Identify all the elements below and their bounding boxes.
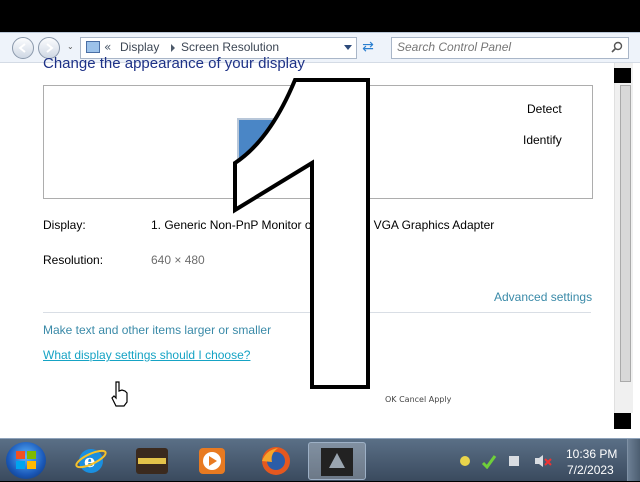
detect-button[interactable]: Detect [527,102,562,116]
scrollbar-thumb[interactable] [620,85,631,382]
firefox-taskbar-button[interactable] [252,442,300,478]
scroll-up-button[interactable] [614,68,631,83]
internet-explorer-icon: e [75,449,107,473]
display-label: Display: [43,218,86,232]
search-input[interactable]: Search Control Panel [397,40,511,54]
app-taskbar-button[interactable] [128,442,176,478]
hand-cursor-icon [111,381,128,407]
start-button[interactable] [6,442,46,479]
clock-time[interactable]: 10:36 PM [566,447,617,461]
mute-x-icon [544,458,552,466]
action-center-icon[interactable] [481,455,497,469]
firefox-icon [262,447,290,475]
refresh-icon[interactable]: ⇄ [360,39,376,55]
internet-explorer-taskbar-button[interactable]: e [67,442,115,478]
dialog-buttons[interactable]: OK Cancel Apply [385,395,451,404]
back-button[interactable] [12,37,34,59]
tray-notification-icon[interactable] [460,456,470,466]
media-player-taskbar-button[interactable] [187,442,235,478]
resolution-select[interactable]: 640 × 480 [151,253,205,267]
advanced-settings-link[interactable]: Advanced settings [494,290,592,304]
top-black-bar [0,0,640,32]
large-number-one-overlay: 1 [233,78,370,389]
network-icon[interactable] [509,456,519,466]
display-settings-help-link[interactable]: What display settings should I choose? [43,348,250,362]
show-desktop-button[interactable] [627,439,640,481]
control-panel-icon [86,41,100,53]
search-icon[interactable] [611,41,623,53]
active-app-icon [321,448,353,476]
windows-logo-icon [16,451,36,469]
forward-arrow-icon [46,43,54,53]
back-arrow-icon [18,43,26,53]
search-box[interactable]: Search Control Panel [391,37,629,59]
active-app-taskbar-button[interactable] [308,442,366,480]
breadcrumb-overflow[interactable]: « [104,40,111,54]
big-digit-text: 1 [300,374,301,376]
app-icon [136,448,168,474]
system-tray [460,455,552,469]
breadcrumb-screen-resolution[interactable]: Screen Resolution [181,40,279,54]
clock-date[interactable]: 7/2/2023 [567,463,614,477]
breadcrumb-separator-icon[interactable] [171,44,175,52]
taskbar: e 10:36 PM 7/2/2023 [0,438,640,481]
resolution-label: Resolution: [43,253,104,267]
recent-pages-dropdown[interactable]: ⌄ [67,42,74,51]
page-title: Change the appearance of your display [43,55,305,72]
media-player-icon [199,448,225,474]
scroll-down-button[interactable] [614,413,631,429]
address-dropdown-icon[interactable] [344,45,352,50]
volume-icon[interactable] [535,455,543,467]
breadcrumb-display[interactable]: Display [120,40,159,54]
identify-button[interactable]: Identify [523,133,562,147]
